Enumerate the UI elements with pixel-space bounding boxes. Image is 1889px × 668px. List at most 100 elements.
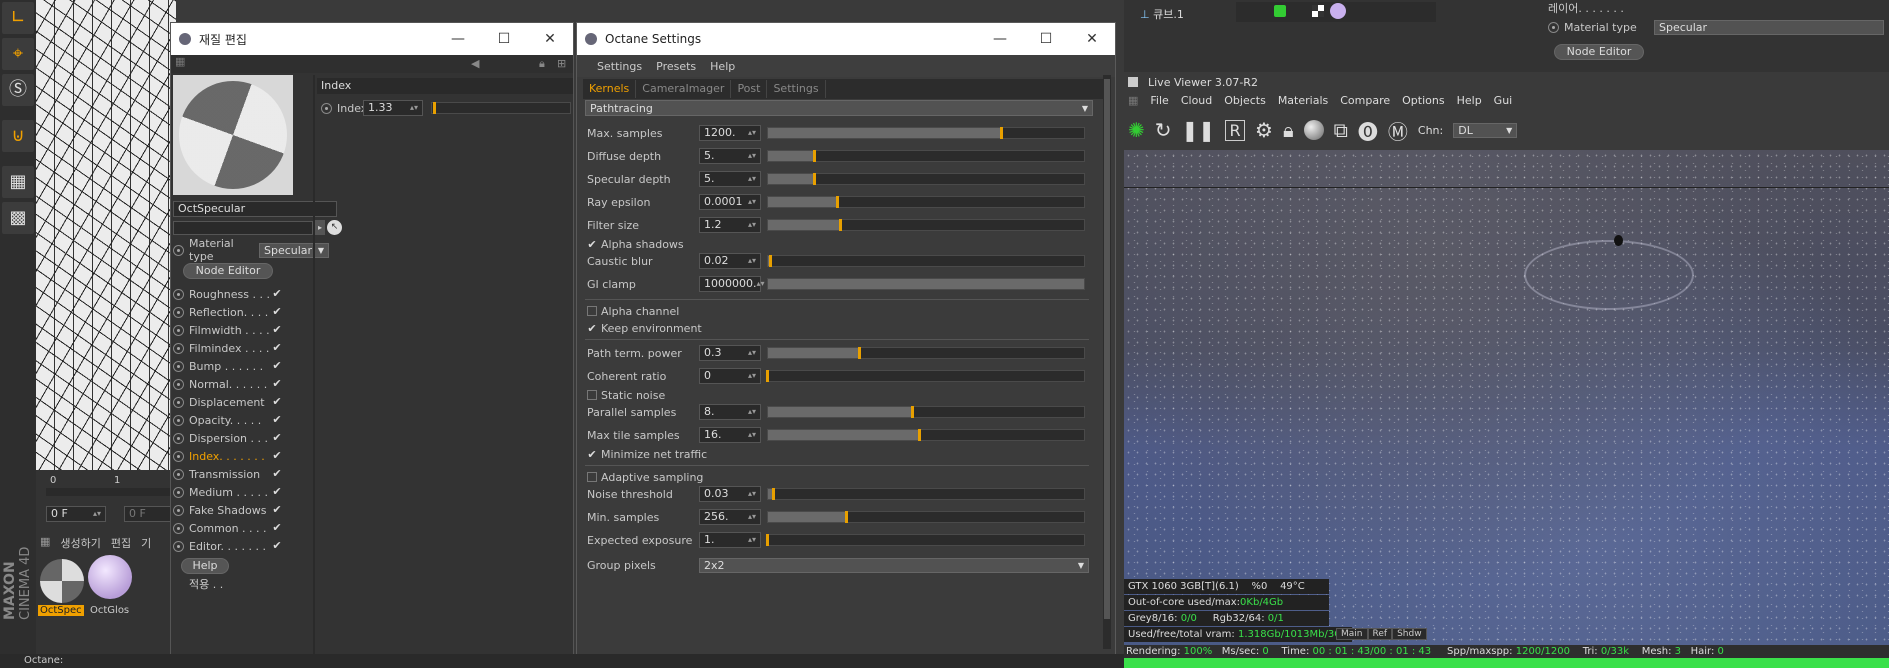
stepper-icon[interactable]: ▴▾ xyxy=(748,369,756,383)
checkbox-row[interactable]: Alpha channel xyxy=(587,303,1107,319)
channel-row[interactable]: Bump . . . . . . ✔ xyxy=(173,357,313,375)
checkbox-icon[interactable]: ✔ xyxy=(271,540,283,552)
radio-icon[interactable] xyxy=(173,342,184,354)
stepper-icon[interactable]: ▴▾ xyxy=(748,346,756,360)
radio-icon[interactable] xyxy=(173,396,184,408)
checkbox-icon[interactable]: ✔ xyxy=(271,432,283,444)
param-slider[interactable] xyxy=(767,511,1085,523)
checkbox-icon[interactable]: ✔ xyxy=(587,323,597,335)
menu-help[interactable]: Help xyxy=(710,60,735,73)
radio-icon[interactable] xyxy=(173,324,184,336)
index-value-field[interactable]: 1.33 ▴▾ xyxy=(363,100,423,116)
radio-icon[interactable] xyxy=(173,504,184,516)
material-tag-icon[interactable] xyxy=(1312,5,1324,17)
checkbox-row[interactable]: ✔ Keep environment xyxy=(587,320,1107,336)
slider-knob[interactable] xyxy=(766,534,769,546)
octane-logo-icon[interactable]: ✺ xyxy=(1128,118,1145,142)
radio-icon[interactable] xyxy=(173,244,184,256)
radio-icon[interactable] xyxy=(1548,21,1559,33)
checkbox-row[interactable]: Static noise xyxy=(587,387,1107,403)
menu-objects[interactable]: Objects xyxy=(1224,94,1266,112)
timeline-ruler[interactable] xyxy=(46,488,174,496)
material-thumb-glossy[interactable] xyxy=(88,555,132,599)
channel-row[interactable]: Common . . . . ✔ xyxy=(173,519,313,537)
close-icon[interactable]: ✕ xyxy=(1069,31,1115,47)
checkbox-icon[interactable]: ✔ xyxy=(271,378,283,390)
kernel-dropdown[interactable]: Pathtracing ▼ xyxy=(585,100,1093,116)
param-value-field[interactable]: 1000000. ▴▾ xyxy=(699,276,765,292)
slider-knob[interactable] xyxy=(917,429,921,441)
checkbox-icon[interactable]: ✔ xyxy=(271,324,283,336)
checkbox-icon[interactable] xyxy=(587,472,597,482)
material-tag-icon[interactable] xyxy=(1330,3,1346,19)
window-icon[interactable]: ⧉ xyxy=(1334,118,1348,142)
slider-knob[interactable] xyxy=(769,255,773,267)
gear-icon[interactable]: ⚙ xyxy=(1255,118,1273,142)
radio-icon[interactable] xyxy=(173,414,184,426)
stepper-icon[interactable]: ▴▾ xyxy=(748,172,756,186)
material-ball-icon[interactable] xyxy=(1303,120,1324,140)
checkbox-icon[interactable]: ✔ xyxy=(587,239,597,251)
stepper-icon[interactable]: ▴▾ xyxy=(748,510,756,524)
param-value-field[interactable]: 256. ▴▾ xyxy=(699,509,761,525)
apply-label[interactable]: 적용 . . xyxy=(189,576,223,592)
node-editor-button[interactable]: Node Editor xyxy=(1554,44,1644,60)
param-value-field[interactable]: 8. ▴▾ xyxy=(699,404,761,420)
tab-ref[interactable]: Ref xyxy=(1367,628,1393,640)
param-slider[interactable] xyxy=(766,534,1085,546)
menu-more[interactable]: 기 xyxy=(141,535,151,551)
channel-row[interactable]: Filmwidth . . . . ✔ xyxy=(173,321,313,339)
checkbox-row[interactable]: ✔ Minimize net traffic xyxy=(587,446,1107,462)
menu-cloud[interactable]: Cloud xyxy=(1181,94,1212,112)
param-slider[interactable] xyxy=(767,255,1085,267)
channel-row[interactable]: Displacement ✔ xyxy=(173,393,313,411)
checkbox-icon[interactable]: ✔ xyxy=(271,450,283,462)
maximize-icon[interactable]: ☐ xyxy=(481,31,527,47)
menu-help[interactable]: Help xyxy=(1457,94,1482,112)
tab-cameraimager[interactable]: CameraImager xyxy=(636,80,732,98)
pause-icon[interactable]: ❚❚ xyxy=(1182,118,1216,142)
material-editor-titlebar[interactable]: 재질 편집 — ☐ ✕ xyxy=(171,23,573,55)
param-slider[interactable] xyxy=(767,219,1085,231)
slider-knob[interactable] xyxy=(999,127,1003,139)
radio-icon[interactable] xyxy=(173,522,184,534)
stepper-icon[interactable]: ▴▾ xyxy=(748,126,756,140)
stepper-icon[interactable]: ▴▾ xyxy=(748,149,756,163)
stepper-icon[interactable]: ▴▾ xyxy=(748,533,756,547)
param-slider[interactable] xyxy=(766,370,1085,382)
stepper-icon[interactable]: ▴▾ xyxy=(748,428,756,442)
material-preview[interactable] xyxy=(173,75,293,195)
param-slider[interactable] xyxy=(767,488,1085,500)
lock-icon[interactable]: 🔒︎ xyxy=(539,57,545,71)
pick-icon[interactable]: ↖ xyxy=(327,220,342,235)
param-value-field[interactable]: 0.3 ▴▾ xyxy=(699,345,761,361)
focus-pin-icon[interactable]: ⓿ xyxy=(1358,116,1378,145)
channel-row[interactable]: Normal. . . . . . ✔ xyxy=(173,375,313,393)
close-icon[interactable]: ✕ xyxy=(527,31,573,47)
channel-row[interactable]: Fake Shadows ✔ xyxy=(173,501,313,519)
param-value-field[interactable]: 1200. ▴▾ xyxy=(699,125,761,141)
tab-main[interactable]: Main xyxy=(1336,628,1368,640)
slider-knob[interactable] xyxy=(433,102,437,114)
param-value-field[interactable]: 0.03 ▴▾ xyxy=(699,486,761,502)
radio-icon[interactable] xyxy=(173,306,184,318)
tab-shdw[interactable]: Shdw xyxy=(1392,628,1427,640)
param-slider[interactable] xyxy=(767,278,1085,290)
checkbox-icon[interactable]: ✔ xyxy=(271,486,283,498)
radio-icon[interactable] xyxy=(173,450,184,462)
region-icon[interactable]: R xyxy=(1225,119,1246,141)
radio-icon[interactable] xyxy=(173,360,184,372)
param-value-field[interactable]: 5. ▴▾ xyxy=(699,148,761,164)
param-slider[interactable] xyxy=(767,406,1085,418)
checkbox-icon[interactable] xyxy=(587,306,597,316)
stepper-icon[interactable]: ▴▾ xyxy=(748,487,756,501)
frame-field-b[interactable]: 0 F xyxy=(124,506,176,522)
param-value-field[interactable]: 5. ▴▾ xyxy=(699,171,761,187)
param-slider[interactable] xyxy=(767,347,1085,359)
radio-icon[interactable] xyxy=(173,288,184,300)
channel-row[interactable]: Index. . . . . . . ✔ xyxy=(173,447,313,465)
menu-options[interactable]: Options xyxy=(1402,94,1444,112)
move-tool-icon[interactable]: ⌖ xyxy=(2,38,34,70)
checkbox-icon[interactable]: ✔ xyxy=(271,504,283,516)
param-value-field[interactable]: 0.0001 ▴▾ xyxy=(699,194,761,210)
